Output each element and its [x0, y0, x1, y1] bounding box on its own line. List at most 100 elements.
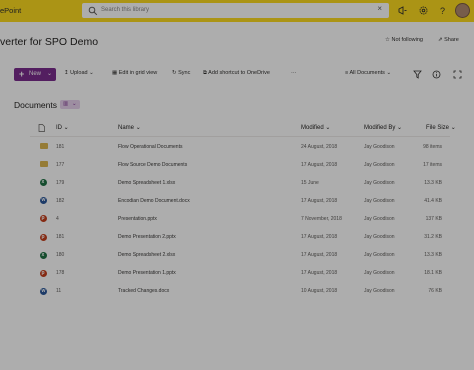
clear-search-icon[interactable]: ×: [377, 4, 382, 13]
sync-icon: ↻: [172, 70, 177, 76]
cell-modified-by[interactable]: Jay Goodison: [364, 252, 395, 258]
cell-id: 4: [56, 215, 59, 222]
cell-id: 181: [56, 143, 65, 150]
follow-label: Not following: [391, 37, 423, 43]
folder-icon: [40, 143, 48, 149]
dim-overlay: [0, 0, 474, 370]
file-type-column-icon[interactable]: [38, 124, 45, 132]
cell-file-size: 41.4 KB: [424, 197, 442, 204]
cell-modified-by[interactable]: Jay Goodison: [364, 234, 395, 240]
cell-file-size: 137 KB: [425, 215, 442, 222]
cell-modified-by[interactable]: Jay Goodison: [364, 198, 395, 204]
cell-name[interactable]: Presentation.pptx: [118, 216, 157, 222]
cell-modified: 24 August, 2018: [301, 143, 338, 150]
filter-icon[interactable]: [413, 70, 422, 79]
avatar[interactable]: [455, 3, 470, 18]
cell-modified-by[interactable]: Jay Goodison: [364, 162, 395, 168]
add-shortcut-button[interactable]: ⧉ Add shortcut to OneDrive: [203, 70, 270, 77]
follow-button[interactable]: ☆ Not following: [385, 37, 423, 43]
expand-icon[interactable]: [453, 70, 462, 79]
cell-modified-by[interactable]: Jay Goodison: [364, 144, 395, 150]
cell-id: 11: [56, 288, 62, 295]
cell-modified-by[interactable]: Jay Goodison: [364, 216, 395, 222]
sync-label: Sync: [178, 70, 191, 76]
column-header-name[interactable]: Name ⌄: [118, 124, 141, 131]
column-header-modified[interactable]: Modified ⌄: [301, 124, 330, 131]
site-title: verter for SPO Demo: [0, 36, 99, 48]
folder-icon: [40, 161, 48, 168]
column-file-size-label: File Size: [426, 125, 450, 131]
cell-id: 178: [56, 270, 65, 277]
chevron-down-icon: ⌄: [386, 70, 392, 76]
cell-name[interactable]: Flow Source Demo Documents: [118, 162, 187, 168]
column-header-id[interactable]: ID ⌄: [56, 124, 69, 131]
view-label: All Documents: [349, 70, 385, 76]
xlsx-file-icon: x: [40, 251, 47, 259]
help-icon[interactable]: ?: [437, 5, 448, 16]
cell-name[interactable]: Flow Operational Documents: [118, 144, 182, 150]
more-commands-button[interactable]: ···: [291, 70, 297, 76]
cell-modified: 17 August, 2018: [301, 270, 338, 277]
add-shortcut-label: Add shortcut to OneDrive: [208, 70, 270, 76]
cell-id: 181: [56, 234, 65, 240]
upload-label: Upload: [70, 70, 88, 76]
search-icon: [88, 6, 98, 16]
chevron-down-icon: ⌄: [47, 71, 53, 77]
cell-id: 180: [56, 252, 65, 259]
share-label: Share: [444, 37, 459, 43]
library-title: Documents: [14, 100, 57, 110]
cell-modified: 17 August, 2018: [301, 252, 338, 259]
cell-name[interactable]: Demo Presentation 1.pptx: [118, 270, 176, 276]
svg-text:?: ?: [440, 6, 445, 16]
gear-icon[interactable]: [418, 5, 429, 16]
cell-id: 177: [56, 161, 65, 168]
cell-name[interactable]: Encodian Demo Document.docx: [118, 198, 190, 204]
chevron-down-icon: ⌄: [72, 101, 77, 107]
cell-name[interactable]: Demo Spreadsheet 2.xlsx: [118, 252, 175, 258]
view-icon: ≡: [345, 70, 349, 76]
app-brand[interactable]: ePoint: [0, 6, 21, 15]
column-modified-by-label: Modified By: [364, 125, 396, 131]
upload-icon: ↥: [64, 70, 69, 76]
cell-file-size: 76 KB: [428, 288, 442, 295]
chevron-down-icon: ⌄: [450, 125, 456, 131]
xlsx-file-icon: x: [40, 179, 47, 187]
upload-button[interactable]: ↥ Upload ⌄: [64, 70, 94, 76]
cell-modified: 15 June: [301, 179, 319, 186]
share-button[interactable]: ⇗ Share: [438, 37, 459, 43]
chevron-down-icon: ⌄: [63, 125, 69, 131]
library-view-switcher[interactable]: ▥ ⌄: [60, 100, 80, 109]
chevron-down-icon: ⌄: [135, 125, 141, 131]
share-icon: ⇗: [438, 37, 443, 43]
new-label: New: [29, 71, 42, 77]
megaphone-icon[interactable]: [397, 5, 408, 16]
cell-modified-by[interactable]: Jay Goodison: [364, 180, 395, 186]
star-icon: ☆: [385, 37, 390, 43]
column-modified-label: Modified: [301, 125, 324, 131]
column-name-label: Name: [118, 125, 135, 131]
sync-button[interactable]: ↻ Sync: [172, 70, 190, 76]
cell-modified-by[interactable]: Jay Goodison: [364, 270, 395, 276]
cell-id: 182: [56, 197, 65, 204]
cell-modified: 7 November, 2018: [301, 215, 342, 222]
view-selector[interactable]: ≡ All Documents ⌄: [345, 70, 391, 76]
cell-modified: 17 August, 2018: [301, 234, 338, 240]
cell-name[interactable]: Demo Spreadsheet 1.xlsx: [118, 180, 175, 186]
docx-file-icon: w: [40, 287, 47, 295]
chevron-down-icon: ⌄: [325, 125, 331, 131]
new-button[interactable]: + New ⌄: [14, 68, 56, 81]
cell-file-size: 17 items: [423, 161, 442, 168]
chevron-down-icon: ⌄: [89, 70, 94, 76]
edit-grid-label: Edit in grid view: [118, 70, 158, 76]
header-divider: [30, 136, 450, 137]
info-icon[interactable]: [432, 70, 441, 79]
edit-grid-button[interactable]: ▦ Edit in grid view: [112, 70, 157, 76]
column-header-modified-by[interactable]: Modified By ⌄: [364, 124, 402, 131]
cell-name[interactable]: Tracked Changes.docx: [118, 288, 169, 294]
cell-modified-by[interactable]: Jay Goodison: [364, 288, 395, 294]
search-box[interactable]: Search this library ×: [82, 3, 389, 18]
docx-file-icon: w: [40, 197, 47, 205]
cell-file-size: 98 items: [423, 143, 442, 150]
cell-name[interactable]: Demo Presentation 2.pptx: [118, 234, 176, 240]
column-header-file-size[interactable]: File Size ⌄: [426, 124, 456, 131]
